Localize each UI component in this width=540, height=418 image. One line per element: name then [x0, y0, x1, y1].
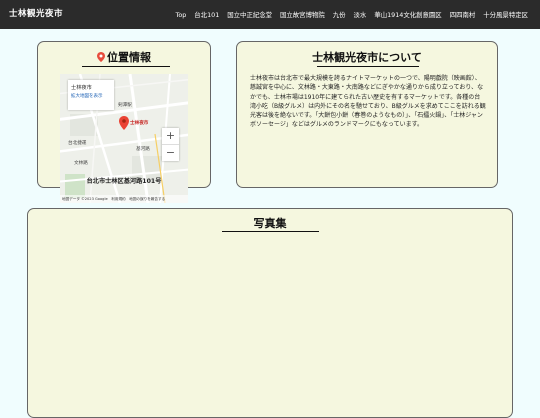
photo-gallery-title: 写真集	[253, 217, 287, 230]
map-label-wenlin-road: 文林路	[74, 161, 88, 166]
map-label-mrt: 台北捷運	[68, 141, 87, 146]
map-marker-label: 士林夜市	[130, 121, 149, 126]
nav-link-chiang-kai-shek-memorial[interactable]: 国立中正紀念堂	[227, 10, 272, 19]
map-popup-title: 士林夜市	[71, 85, 92, 91]
about-text: 士林夜市は台北市で最大規模を誇るナイトマーケットの一つで、陽明戯院（映画館）、慈…	[250, 75, 486, 129]
map-marker-icon[interactable]	[119, 116, 129, 130]
zoom-in-button[interactable]: +	[162, 128, 179, 144]
photo-gallery-card: 写真集	[27, 208, 513, 418]
location-title-underline	[82, 66, 170, 67]
about-title: 士林観光夜市について	[312, 51, 422, 64]
map-label-station: 剣潭駅	[118, 103, 132, 108]
location-title-text: 位置情報	[107, 51, 151, 64]
enlarge-map-link[interactable]: 拡大地図を表示	[71, 93, 103, 99]
map-pin-icon	[97, 52, 105, 62]
nav-link-four-four-south-village[interactable]: 四四南村	[450, 10, 476, 19]
about-title-underline	[317, 66, 419, 67]
nav-link-shifen[interactable]: 十分風景特定区	[483, 10, 528, 19]
location-card: 位置情報 士林夜市 拡大地図を表示 剣潭駅 台北捷運 基河路 文林路 士林夜市 …	[37, 41, 211, 203]
photo-gallery-title-underline	[222, 231, 319, 232]
nav-links: Top 台北101 国立中正紀念堂 国立故宮博物院 九份 淡水 華山1914文化…	[176, 0, 529, 29]
address: 台北市士林区基河路101号	[86, 178, 162, 185]
nav-link-top[interactable]: Top	[176, 11, 187, 19]
navbar: 士林観光夜市 Top 台北101 国立中正紀念堂 国立故宮博物院 九份 淡水 華…	[0, 0, 540, 29]
nav-link-taipei101[interactable]: 台北101	[194, 10, 219, 19]
about-card: 士林観光夜市について 士林夜市は台北市で最大規模を誇るナイトマーケットの一つで、…	[236, 41, 498, 188]
nav-link-palace-museum[interactable]: 国立故宮博物院	[280, 10, 325, 19]
nav-link-tamsui[interactable]: 淡水	[354, 10, 367, 19]
map-attribution: 地図データ ©2023 Google 利用規約 地図の誤りを報告する	[60, 195, 188, 203]
location-title: 位置情報	[38, 49, 210, 65]
map-label-jihe-road: 基河路	[136, 147, 150, 152]
map-info-popup: 士林夜市 拡大地図を表示	[68, 80, 114, 110]
site-brand[interactable]: 士林観光夜市	[9, 0, 63, 29]
map-zoom-control: + −	[162, 128, 179, 161]
nav-link-jiufen[interactable]: 九份	[333, 10, 346, 19]
zoom-out-button[interactable]: −	[162, 144, 179, 161]
nav-link-huashan[interactable]: 華山1914文化創意園区	[374, 10, 441, 19]
